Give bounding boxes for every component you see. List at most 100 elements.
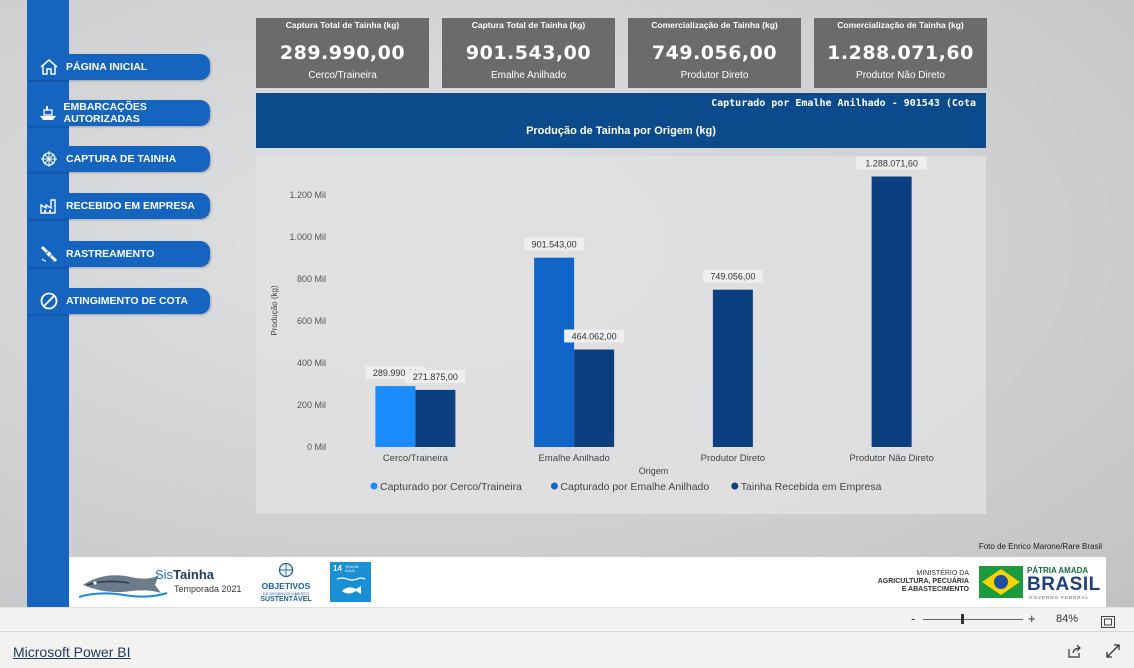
data-label: 271.875,00 bbox=[413, 372, 458, 382]
y-tick-label: 1.000 Mil bbox=[289, 232, 326, 242]
card-title: Captura Total de Tainha (kg) bbox=[471, 20, 586, 30]
y-tick-label: 400 Mil bbox=[297, 358, 326, 368]
sis-prefix: Sis bbox=[155, 567, 174, 582]
ministry-line2: AGRICULTURA, PECUÁRIA bbox=[877, 578, 969, 585]
report-canvas: PÁGINA INICIAL EMBARCAÇÕES AUTORIZADAS C… bbox=[0, 0, 1134, 607]
card-title: Comercialização de Tainha (kg) bbox=[837, 20, 964, 30]
zoom-out-button[interactable]: - bbox=[911, 611, 915, 626]
share-icon[interactable] bbox=[1067, 643, 1083, 663]
data-label: 901.543,00 bbox=[532, 240, 577, 250]
ods-logo: OBJETIVOS DE DESENVOLVIMENTO SUSTENTÁVEL bbox=[256, 562, 316, 604]
zoom-bar: - + 84% bbox=[0, 607, 1134, 632]
nav-captura-button[interactable]: CAPTURA DE TAINHA bbox=[27, 146, 210, 172]
powerbi-bottom-bar: Microsoft Power BI bbox=[0, 631, 1134, 668]
legend-item: Capturado por Cerco/Traineira bbox=[380, 481, 522, 493]
boat-icon bbox=[36, 101, 59, 125]
fish-wave-icon bbox=[336, 577, 366, 594]
sistainha-logo: SisTainha Temporada 2021 bbox=[78, 561, 249, 603]
legend-swatch bbox=[370, 482, 378, 490]
zoom-slider-thumb[interactable] bbox=[961, 614, 964, 624]
zoom-level: 84% bbox=[1056, 613, 1079, 625]
nav-recebido-button[interactable]: RECEBIDO EM EMPRESA bbox=[27, 193, 210, 219]
y-tick-label: 0 Mil bbox=[307, 442, 326, 452]
fit-to-page-icon[interactable] bbox=[1101, 613, 1115, 632]
x-tick-label: Emalhe Anilhado bbox=[538, 453, 609, 464]
un-globe-icon bbox=[278, 562, 294, 578]
chart-title: Produção de Tainha por Origem (kg) bbox=[256, 114, 986, 148]
data-label: 749.056,00 bbox=[710, 272, 755, 282]
ods-line3: SUSTENTÁVEL bbox=[260, 596, 312, 603]
data-label: 464.062,00 bbox=[572, 332, 617, 342]
ministry-logo: MINISTÉRIO DA AGRICULTURA, PECUÁRIA E AB… bbox=[839, 570, 969, 594]
ban-icon bbox=[36, 289, 62, 313]
ministry-line1: MINISTÉRIO DA bbox=[916, 570, 969, 577]
nav-label: PÁGINA INICIAL bbox=[66, 61, 148, 73]
y-axis-label: Produção (kg) bbox=[270, 285, 279, 336]
kpi-card-emalhe: Captura Total de Tainha (kg) 901.543,00 … bbox=[442, 18, 615, 88]
legend-swatch bbox=[731, 482, 739, 490]
y-tick-label: 200 Mil bbox=[297, 400, 326, 410]
legend-item: Tainha Recebida em Empresa bbox=[741, 481, 882, 493]
nav-label: RASTREAMENTO bbox=[66, 248, 155, 260]
card-title: Captura Total de Tainha (kg) bbox=[285, 20, 400, 30]
brazil-flag-icon bbox=[979, 566, 1023, 598]
ticker-text: Capturado por Emalhe Anilhado - 901543 (… bbox=[711, 98, 976, 109]
nav-atingimento-button[interactable]: ATINGIMENTO DE COTA bbox=[27, 288, 210, 314]
y-tick-label: 800 Mil bbox=[297, 274, 326, 284]
x-tick-label: Cerco/Traineira bbox=[383, 453, 449, 464]
nav-embarcacoes-button[interactable]: EMBARCAÇÕES AUTORIZADAS bbox=[27, 100, 210, 126]
bar bbox=[534, 257, 575, 447]
kpi-card-cerco: Captura Total de Tainha (kg) 289.990,00 … bbox=[256, 18, 429, 88]
bar bbox=[415, 389, 456, 447]
photo-credit: Foto de Enrico Marone/Rare Brasil bbox=[978, 542, 1102, 551]
powerbi-link[interactable]: Microsoft Power BI bbox=[13, 644, 130, 660]
brasil-logo: PÁTRIA AMADA BRASIL GOVERNO FEDERAL bbox=[979, 564, 1101, 602]
nav-label: ATINGIMENTO DE COTA bbox=[66, 295, 188, 307]
card-value: 1.288.071,60 bbox=[827, 42, 974, 64]
card-subtitle: Produtor Não Direto bbox=[856, 70, 945, 81]
bar bbox=[375, 386, 416, 447]
card-subtitle: Cerco/Traineira bbox=[308, 70, 377, 81]
bar bbox=[574, 349, 615, 447]
nav-label: EMBARCAÇÕES AUTORIZADAS bbox=[63, 101, 147, 125]
bar bbox=[871, 176, 912, 448]
ministry-line3: E ABASTECIMENTO bbox=[901, 586, 969, 593]
card-title: Comercialização de Tainha (kg) bbox=[651, 20, 778, 30]
home-icon bbox=[36, 55, 62, 79]
legend-swatch bbox=[550, 482, 558, 490]
ods14-badge: 14 VIDA NA ÁGUA bbox=[330, 562, 371, 602]
y-tick-label: 600 Mil bbox=[297, 316, 326, 326]
sis-name: Tainha bbox=[173, 567, 214, 582]
card-subtitle: Produtor Direto bbox=[680, 70, 749, 81]
x-axis-label: Origem bbox=[639, 466, 669, 476]
fishing-net-icon bbox=[36, 147, 62, 171]
kpi-card-produtor-direto: Comercialização de Tainha (kg) 749.056,0… bbox=[628, 18, 801, 88]
ods-line1: OBJETIVOS bbox=[261, 581, 311, 591]
legend-item: Capturado por Emalhe Anilhado bbox=[560, 481, 709, 493]
season-label: Temporada 2021 bbox=[174, 584, 242, 594]
footer-logos: SisTainha Temporada 2021 OBJETIVOS DE DE… bbox=[69, 557, 1106, 607]
nav-label: RECEBIDO EM EMPRESA bbox=[66, 200, 195, 212]
zoom-in-button[interactable]: + bbox=[1028, 611, 1036, 626]
data-label: 1.288.071,60 bbox=[865, 159, 918, 169]
card-value: 901.543,00 bbox=[465, 42, 592, 64]
x-tick-label: Produtor Direto bbox=[701, 453, 765, 464]
card-value: 289.990,00 bbox=[279, 42, 406, 64]
card-subtitle: Emalhe Anilhado bbox=[490, 70, 567, 81]
bar bbox=[712, 289, 753, 447]
brasil-bottom: GOVERNO FEDERAL bbox=[1029, 595, 1090, 600]
chart-panel: 0 Mil 200 Mil 400 Mil 600 Mil 800 Mil 1.000 M… bbox=[256, 156, 986, 514]
card-value: 749.056,00 bbox=[651, 42, 778, 64]
factory-icon bbox=[36, 194, 62, 218]
x-tick-label: Produtor Não Direto bbox=[849, 453, 933, 464]
nav-label: CAPTURA DE TAINHA bbox=[66, 153, 177, 165]
nav-rastreamento-button[interactable]: RASTREAMENTO bbox=[27, 241, 210, 267]
bar-chart: 0 Mil 200 Mil 400 Mil 600 Mil 800 Mil 1.000 M… bbox=[270, 156, 934, 493]
y-tick-label: 1.200 Mil bbox=[289, 190, 326, 200]
brasil-main: BRASIL bbox=[1027, 574, 1101, 595]
zoom-slider[interactable] bbox=[923, 614, 1023, 624]
scrolling-ticker: Capturado por Emalhe Anilhado - 901543 (… bbox=[256, 93, 986, 114]
nav-pagina-inicial-button[interactable]: PÁGINA INICIAL bbox=[27, 54, 210, 80]
kpi-card-produtor-nao-direto: Comercialização de Tainha (kg) 1.288.071… bbox=[814, 18, 987, 88]
fullscreen-icon[interactable] bbox=[1105, 643, 1121, 663]
